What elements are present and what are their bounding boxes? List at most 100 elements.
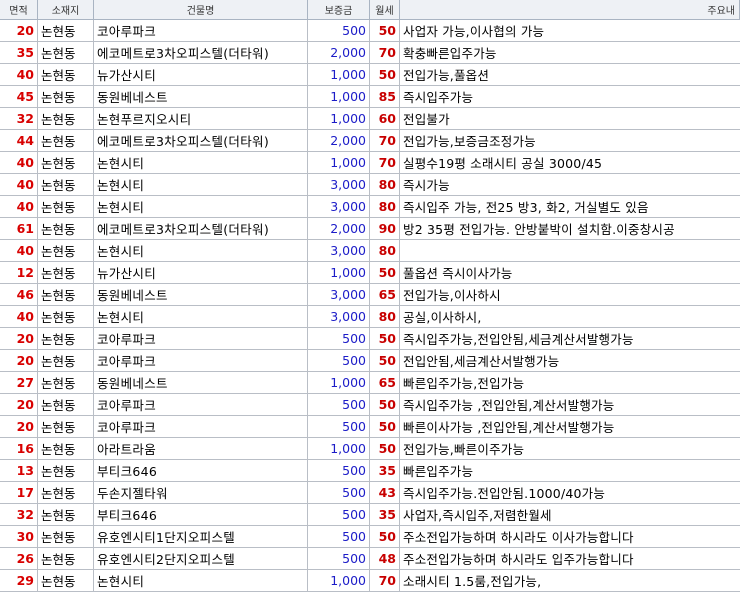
cell-building[interactable]: 동원베네스트 [94,86,308,107]
cell-location[interactable]: 논현동 [38,218,94,239]
cell-rent[interactable]: 50 [370,394,400,415]
cell-building[interactable]: 뉴가산시티 [94,262,308,283]
cell-notes[interactable]: 사업자 가능,이사협의 가능 [400,20,740,41]
cell-deposit[interactable]: 3,000 [308,284,370,305]
cell-area[interactable]: 20 [0,328,38,349]
cell-deposit[interactable]: 500 [308,20,370,41]
cell-location[interactable]: 논현동 [38,20,94,41]
cell-rent[interactable]: 50 [370,64,400,85]
cell-area[interactable]: 29 [0,570,38,591]
cell-building[interactable]: 코아루파크 [94,20,308,41]
cell-rent[interactable]: 35 [370,460,400,481]
cell-building[interactable]: 에코메트로3차오피스텔(더타워) [94,42,308,63]
cell-notes[interactable]: 공실,이사하시, [400,306,740,327]
cell-building[interactable]: 동원베네스트 [94,372,308,393]
table-row[interactable]: 32 논현동 부티크646 500 35 사업자,즉시입주,저렴한월세 [0,504,740,526]
cell-building[interactable]: 논현푸르지오시티 [94,108,308,129]
cell-notes[interactable]: 빠른입주가능,전입가능 [400,372,740,393]
cell-building[interactable]: 유호엔시티2단지오피스텔 [94,548,308,569]
cell-area[interactable]: 20 [0,416,38,437]
table-row[interactable]: 17 논현동 두손지젤타워 500 43 즉시입주가능.전입안됨.1000/40가능 [0,482,740,504]
cell-building[interactable]: 논현시티 [94,174,308,195]
column-header-area[interactable]: 면적 [0,0,38,19]
cell-location[interactable]: 논현동 [38,130,94,151]
cell-notes[interactable]: 즉시입주가능 [400,86,740,107]
table-row[interactable]: 29 논현동 논현시티 1,000 70 소래시티 1.5룸,전입가능, [0,570,740,592]
cell-deposit[interactable]: 3,000 [308,306,370,327]
cell-building[interactable]: 동원베네스트 [94,284,308,305]
table-row[interactable]: 40 논현동 뉴가산시티 1,000 50 전입가능,풀옵션 [0,64,740,86]
cell-notes[interactable]: 빠른이사가능 ,전입안됨,계산서발행가능 [400,416,740,437]
cell-rent[interactable]: 35 [370,504,400,525]
cell-area[interactable]: 40 [0,152,38,173]
cell-notes[interactable]: 풀옵션 즉시이사가능 [400,262,740,283]
cell-rent[interactable]: 50 [370,416,400,437]
cell-area[interactable]: 40 [0,64,38,85]
cell-notes[interactable]: 즉시입주 가능, 전25 방3, 화2, 거실별도 있음 [400,196,740,217]
cell-building[interactable]: 논현시티 [94,570,308,591]
cell-rent[interactable]: 70 [370,152,400,173]
cell-building[interactable]: 논현시티 [94,240,308,261]
cell-notes[interactable]: 즉시가능 [400,174,740,195]
cell-notes[interactable]: 즉시입주가능 ,전입안됨,계산서발행가능 [400,394,740,415]
cell-area[interactable]: 32 [0,108,38,129]
table-row[interactable]: 40 논현동 논현시티 3,000 80 즉시입주 가능, 전25 방3, 화2, 거실별… [0,196,740,218]
table-row[interactable]: 20 논현동 코아루파크 500 50 빠른이사가능 ,전입안됨,계산서발행가능 [0,416,740,438]
cell-location[interactable]: 논현동 [38,526,94,547]
cell-location[interactable]: 논현동 [38,152,94,173]
cell-deposit[interactable]: 1,000 [308,372,370,393]
table-row[interactable]: 44 논현동 에코메트로3차오피스텔(더타워) 2,000 70 전입가능,보증금조정가능 [0,130,740,152]
cell-area[interactable]: 46 [0,284,38,305]
cell-location[interactable]: 논현동 [38,306,94,327]
cell-area[interactable]: 40 [0,306,38,327]
cell-area[interactable]: 20 [0,394,38,415]
cell-rent[interactable]: 80 [370,306,400,327]
cell-building[interactable]: 부티크646 [94,504,308,525]
cell-deposit[interactable]: 500 [308,416,370,437]
table-row[interactable]: 20 논현동 코아루파크 500 50 즉시입주가능 ,전입안됨,계산서발행가능 [0,394,740,416]
cell-rent[interactable]: 50 [370,438,400,459]
cell-notes[interactable]: 전입가능,보증금조정가능 [400,130,740,151]
table-row[interactable]: 40 논현동 논현시티 1,000 70 실평수19평 소래시티 공실 3000/45 [0,152,740,174]
cell-rent[interactable]: 50 [370,350,400,371]
cell-location[interactable]: 논현동 [38,416,94,437]
cell-deposit[interactable]: 500 [308,504,370,525]
cell-rent[interactable]: 90 [370,218,400,239]
cell-area[interactable]: 44 [0,130,38,151]
cell-area[interactable]: 13 [0,460,38,481]
cell-deposit[interactable]: 500 [308,482,370,503]
cell-notes[interactable]: 소래시티 1.5룸,전입가능, [400,570,740,591]
table-row[interactable]: 40 논현동 논현시티 3,000 80 [0,240,740,262]
table-row[interactable]: 20 논현동 코아루파크 500 50 전입안됨,세금계산서발행가능 [0,350,740,372]
cell-area[interactable]: 61 [0,218,38,239]
cell-location[interactable]: 논현동 [38,482,94,503]
cell-rent[interactable]: 50 [370,328,400,349]
cell-area[interactable]: 45 [0,86,38,107]
cell-rent[interactable]: 80 [370,240,400,261]
table-row[interactable]: 45 논현동 동원베네스트 1,000 85 즉시입주가능 [0,86,740,108]
cell-deposit[interactable]: 500 [308,350,370,371]
cell-location[interactable]: 논현동 [38,438,94,459]
cell-rent[interactable]: 48 [370,548,400,569]
cell-rent[interactable]: 65 [370,284,400,305]
cell-area[interactable]: 26 [0,548,38,569]
cell-location[interactable]: 논현동 [38,240,94,261]
cell-deposit[interactable]: 2,000 [308,218,370,239]
cell-building[interactable]: 부티크646 [94,460,308,481]
cell-rent[interactable]: 60 [370,108,400,129]
cell-location[interactable]: 논현동 [38,196,94,217]
cell-building[interactable]: 코아루파크 [94,350,308,371]
table-row[interactable]: 40 논현동 논현시티 3,000 80 즉시가능 [0,174,740,196]
cell-notes[interactable]: 확충빠른입주가능 [400,42,740,63]
cell-location[interactable]: 논현동 [38,284,94,305]
cell-deposit[interactable]: 2,000 [308,130,370,151]
cell-area[interactable]: 20 [0,20,38,41]
column-header-location[interactable]: 소재지 [38,0,94,19]
cell-notes[interactable]: 사업자,즉시입주,저렴한월세 [400,504,740,525]
table-row[interactable]: 30 논현동 유호엔시티1단지오피스텔 500 50 주소전입가능하며 하시라도 이사가능… [0,526,740,548]
cell-area[interactable]: 12 [0,262,38,283]
cell-building[interactable]: 논현시티 [94,152,308,173]
cell-building[interactable]: 논현시티 [94,196,308,217]
cell-location[interactable]: 논현동 [38,42,94,63]
cell-location[interactable]: 논현동 [38,350,94,371]
